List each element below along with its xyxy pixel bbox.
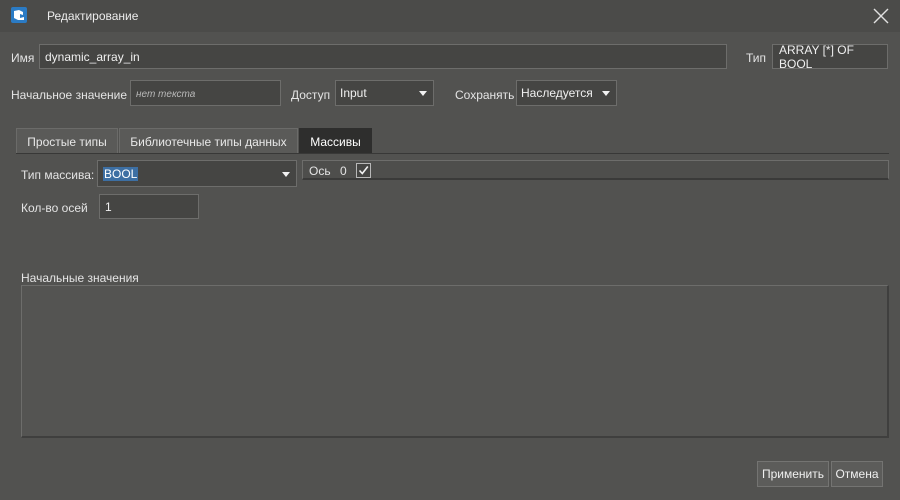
- initial-value-input[interactable]: [130, 80, 281, 106]
- name-input[interactable]: [39, 44, 727, 69]
- tab-label: Массивы: [310, 134, 361, 149]
- window-title: Редактирование: [47, 9, 139, 23]
- chevron-down-icon: [602, 91, 610, 96]
- access-value: Input: [340, 86, 367, 100]
- tab-divider: [16, 153, 889, 154]
- axis-dynamic-checkbox[interactable]: [356, 163, 371, 178]
- axes-count-input[interactable]: [99, 194, 199, 219]
- axis-index: 0: [340, 164, 347, 178]
- tab-label: Простые типы: [27, 134, 107, 149]
- checkmark-icon: [358, 166, 369, 175]
- initial-values-label: Начальные значения: [21, 271, 139, 285]
- type-value-field: ARRAY [*] OF BOOL: [772, 42, 888, 71]
- access-select[interactable]: Input: [335, 80, 434, 106]
- apply-button-label: Применить: [761, 467, 824, 481]
- name-label: Имя: [11, 51, 35, 65]
- chevron-down-icon: [419, 91, 427, 96]
- chevron-down-icon: [282, 171, 290, 177]
- array-type-label: Тип массива:: [21, 168, 95, 182]
- type-value: ARRAY [*] OF BOOL: [779, 42, 854, 71]
- save-label: Сохранять: [455, 88, 515, 102]
- axis-label: Ось: [309, 164, 331, 178]
- axis-bar: [302, 160, 889, 180]
- tab-label: Библиотечные типы данных: [130, 134, 287, 149]
- tab-library-types[interactable]: Библиотечные типы данных: [119, 128, 298, 154]
- array-type-select[interactable]: BOOL: [97, 160, 297, 187]
- type-label: Тип: [746, 51, 767, 65]
- app-logo-icon: [11, 7, 27, 23]
- apply-button[interactable]: Применить: [757, 461, 829, 487]
- save-select[interactable]: Наследуется: [516, 80, 617, 106]
- initial-value-label: Начальное значение: [11, 88, 128, 102]
- tab-simple-types[interactable]: Простые типы: [16, 128, 118, 154]
- close-icon[interactable]: [870, 5, 892, 27]
- cancel-button[interactable]: Отмена: [831, 461, 883, 487]
- axes-count-label: Кол-во осей: [21, 201, 88, 215]
- tab-arrays[interactable]: Массивы: [299, 128, 372, 154]
- cancel-button-label: Отмена: [835, 467, 879, 481]
- array-type-value: BOOL: [103, 166, 139, 181]
- access-label: Доступ: [291, 88, 331, 102]
- save-value: Наследуется: [521, 86, 593, 100]
- initial-values-textarea[interactable]: [21, 285, 889, 438]
